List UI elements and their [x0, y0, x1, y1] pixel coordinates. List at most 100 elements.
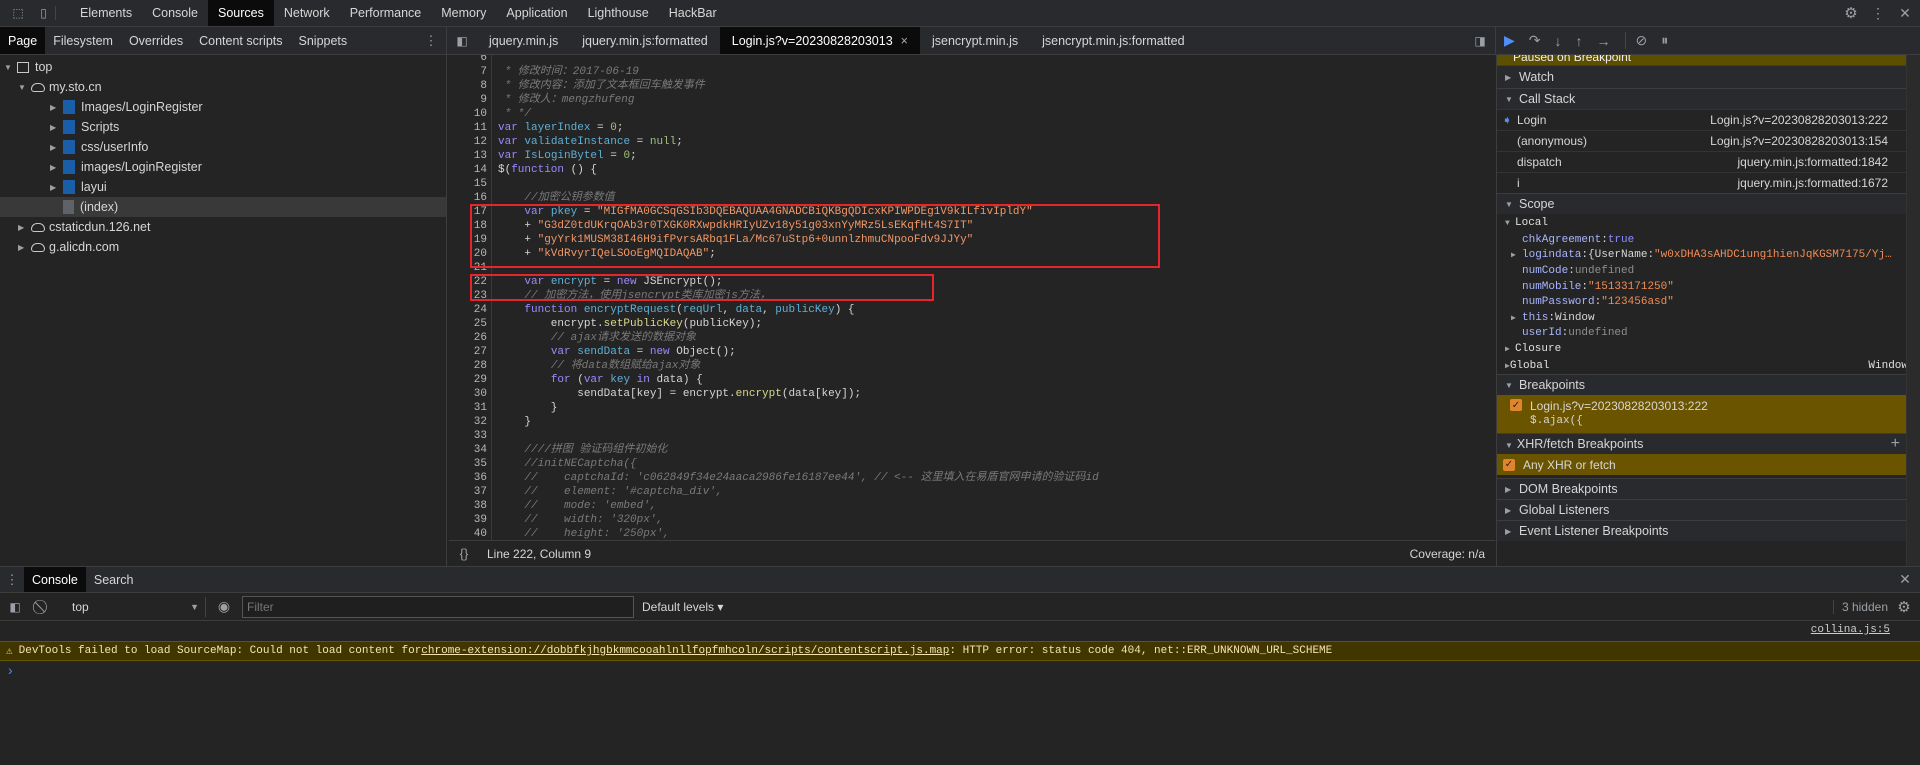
line-number[interactable]: 27 [449, 344, 492, 359]
line-number[interactable]: 14 [449, 162, 492, 177]
expand-arrow-icon[interactable]: ▶ [50, 123, 60, 132]
expand-arrow-icon[interactable]: ▶ [18, 243, 28, 252]
sourcemap-link[interactable]: chrome-extension://dobbfkjhgbkmmcooahlnl… [421, 645, 949, 657]
tree-item[interactable]: ▼ top [0, 57, 446, 77]
navigator-tab-overrides[interactable]: Overrides [121, 27, 191, 54]
line-number[interactable]: 7 [449, 64, 492, 79]
scope-global[interactable]: ▶Global Window [1497, 357, 1920, 374]
step-into-icon[interactable]: ↓ [1555, 33, 1562, 49]
tree-item[interactable]: ▶ Images/LoginRegister [0, 97, 446, 117]
close-icon[interactable]: ✕ [1890, 5, 1920, 22]
tab-application[interactable]: Application [496, 0, 577, 26]
tab-lighthouse[interactable]: Lighthouse [578, 0, 659, 26]
line-number[interactable]: 16 [449, 190, 492, 205]
scope-section[interactable]: ▼ Scope [1497, 193, 1920, 214]
code-editor[interactable]: 67 * 修改时间：2017-06-19 8 * 修改内容：添加了文本框回车触发事… [449, 55, 1495, 540]
line-number[interactable]: 38 [449, 498, 492, 513]
drawer-tab-search[interactable]: Search [86, 567, 142, 592]
tree-item[interactable]: ▶ cstaticdun.126.net [0, 217, 446, 237]
log-levels-dropdown[interactable]: Default levels ▾ [642, 600, 723, 614]
tab-memory[interactable]: Memory [431, 0, 496, 26]
dom-breakpoints-section[interactable]: ▶ DOM Breakpoints [1497, 478, 1920, 500]
tab-elements[interactable]: Elements [70, 0, 142, 26]
toggle-debugger-icon[interactable]: ◨ [1465, 34, 1495, 48]
tab-performance[interactable]: Performance [340, 0, 432, 26]
expand-arrow-icon[interactable]: ▶ [50, 103, 60, 112]
line-number[interactable]: 11 [449, 120, 492, 135]
watch-section[interactable]: ▶ Watch [1497, 65, 1920, 88]
line-number[interactable]: 9 [449, 92, 492, 107]
toggle-navigator-icon[interactable]: ◧ [447, 34, 477, 48]
expand-arrow-icon[interactable]: ▶ [50, 183, 60, 192]
line-number[interactable]: 37 [449, 484, 492, 499]
line-number[interactable]: 26 [449, 330, 492, 345]
line-number[interactable]: 32 [449, 414, 492, 429]
tab-console[interactable]: Console [142, 0, 208, 26]
clear-console-icon[interactable]: ⃠ [30, 598, 56, 615]
editor-tab[interactable]: jquery.min.js [477, 27, 570, 54]
line-number[interactable]: 24 [449, 302, 492, 317]
editor-tab[interactable]: jquery.min.js:formatted [570, 27, 720, 54]
step-over-icon[interactable]: ↷ [1529, 32, 1541, 49]
scope-variable[interactable]: ▶ this: Window [1497, 310, 1920, 326]
tree-item[interactable]: (index) [0, 197, 446, 217]
inspect-element-icon[interactable]: ⬚ [4, 6, 32, 20]
navigator-tab-filesystem[interactable]: Filesystem [45, 27, 121, 54]
call-frame-location[interactable]: Login.js?v=20230828203013:222 [1710, 113, 1888, 127]
expand-arrow-icon[interactable]: ▶ [18, 223, 28, 232]
line-number[interactable]: 6 [449, 55, 492, 65]
tab-sources[interactable]: Sources [207, 0, 274, 26]
line-number[interactable]: 28 [449, 358, 492, 373]
navigator-tab-page[interactable]: Page [0, 27, 46, 54]
console-prompt[interactable]: › [8, 662, 13, 678]
scope-closure[interactable]: ▶ Closure [1497, 341, 1920, 357]
expand-arrow-icon[interactable]: ▶ [1511, 313, 1522, 323]
line-number[interactable]: 15 [449, 176, 492, 191]
call-frame[interactable]: (anonymous) Login.js?v=20230828203013:154 [1497, 130, 1920, 151]
tree-item[interactable]: ▶ layui [0, 177, 446, 197]
close-drawer-icon[interactable]: ✕ [1890, 571, 1920, 588]
call-frame[interactable]: i jquery.min.js:formatted:1672 [1497, 172, 1920, 193]
line-number[interactable]: 34 [449, 442, 492, 457]
global-listeners-section[interactable]: ▶ Global Listeners [1497, 499, 1920, 521]
tree-item[interactable]: ▼ my.sto.cn [0, 77, 446, 97]
line-number[interactable]: 33 [449, 428, 492, 443]
line-number[interactable]: 40 [449, 526, 492, 540]
call-frame-location[interactable]: jquery.min.js:formatted:1842 [1737, 155, 1888, 169]
settings-gear-icon[interactable]: ⚙ [1836, 4, 1866, 22]
step-icon[interactable]: → [1597, 33, 1611, 49]
resume-icon[interactable]: ▶︎ [1504, 32, 1515, 49]
breakpoint-item[interactable]: ✓ Login.js?v=20230828203013:222 $.ajax({ [1497, 395, 1920, 434]
call-frame-location[interactable]: Login.js?v=20230828203013:154 [1710, 134, 1888, 148]
navigator-more-icon[interactable]: ⋮ [416, 33, 446, 49]
debugger-scrollbar[interactable] [1906, 55, 1920, 566]
deactivate-breakpoints-icon[interactable]: ⊘ [1624, 32, 1647, 49]
pause-on-exceptions-icon[interactable]: ⏸ [1661, 32, 1668, 49]
tab-network[interactable]: Network [274, 0, 340, 26]
line-number[interactable]: 25 [449, 316, 492, 331]
pretty-print-icon[interactable]: {} [449, 546, 479, 561]
breakpoint-checkbox[interactable]: ✓ [1510, 399, 1522, 412]
editor-tab[interactable]: Login.js?v=20230828203013 × [719, 27, 920, 54]
tab-hackbar[interactable]: HackBar [659, 0, 727, 26]
call-frame[interactable]: dispatch jquery.min.js:formatted:1842 [1497, 151, 1920, 172]
xhr-breakpoints-section[interactable]: ▼ XHR/fetch Breakpoints + [1497, 433, 1920, 455]
editor-tab[interactable]: jsencrypt.min.js [920, 27, 1030, 54]
event-listener-breakpoints-section[interactable]: ▶ Event Listener Breakpoints [1497, 520, 1920, 542]
collapse-arrow-icon[interactable]: ▼ [18, 83, 28, 92]
tree-item[interactable]: ▶ Scripts [0, 117, 446, 137]
xhr-item[interactable]: ✓ Any XHR or fetch [1497, 454, 1920, 476]
expand-arrow-icon[interactable]: ▶ [1511, 250, 1522, 260]
console-settings-gear-icon[interactable]: ⚙ [1888, 598, 1920, 616]
drawer-menu-icon[interactable]: ⋮ [0, 572, 24, 588]
line-number[interactable]: 31 [449, 400, 492, 415]
line-number[interactable]: 39 [449, 512, 492, 527]
line-number[interactable]: 29 [449, 372, 492, 387]
editor-tab[interactable]: jsencrypt.min.js:formatted [1030, 27, 1196, 54]
tree-item[interactable]: ▶ images/LoginRegister [0, 157, 446, 177]
expand-arrow-icon[interactable]: ▶ [50, 143, 60, 152]
collapse-arrow-icon[interactable]: ▼ [4, 63, 14, 72]
more-options-icon[interactable]: ⋮ [1866, 5, 1890, 22]
console-filter-input[interactable] [242, 595, 634, 618]
source-link[interactable]: collina.js:5 [1811, 624, 1890, 636]
